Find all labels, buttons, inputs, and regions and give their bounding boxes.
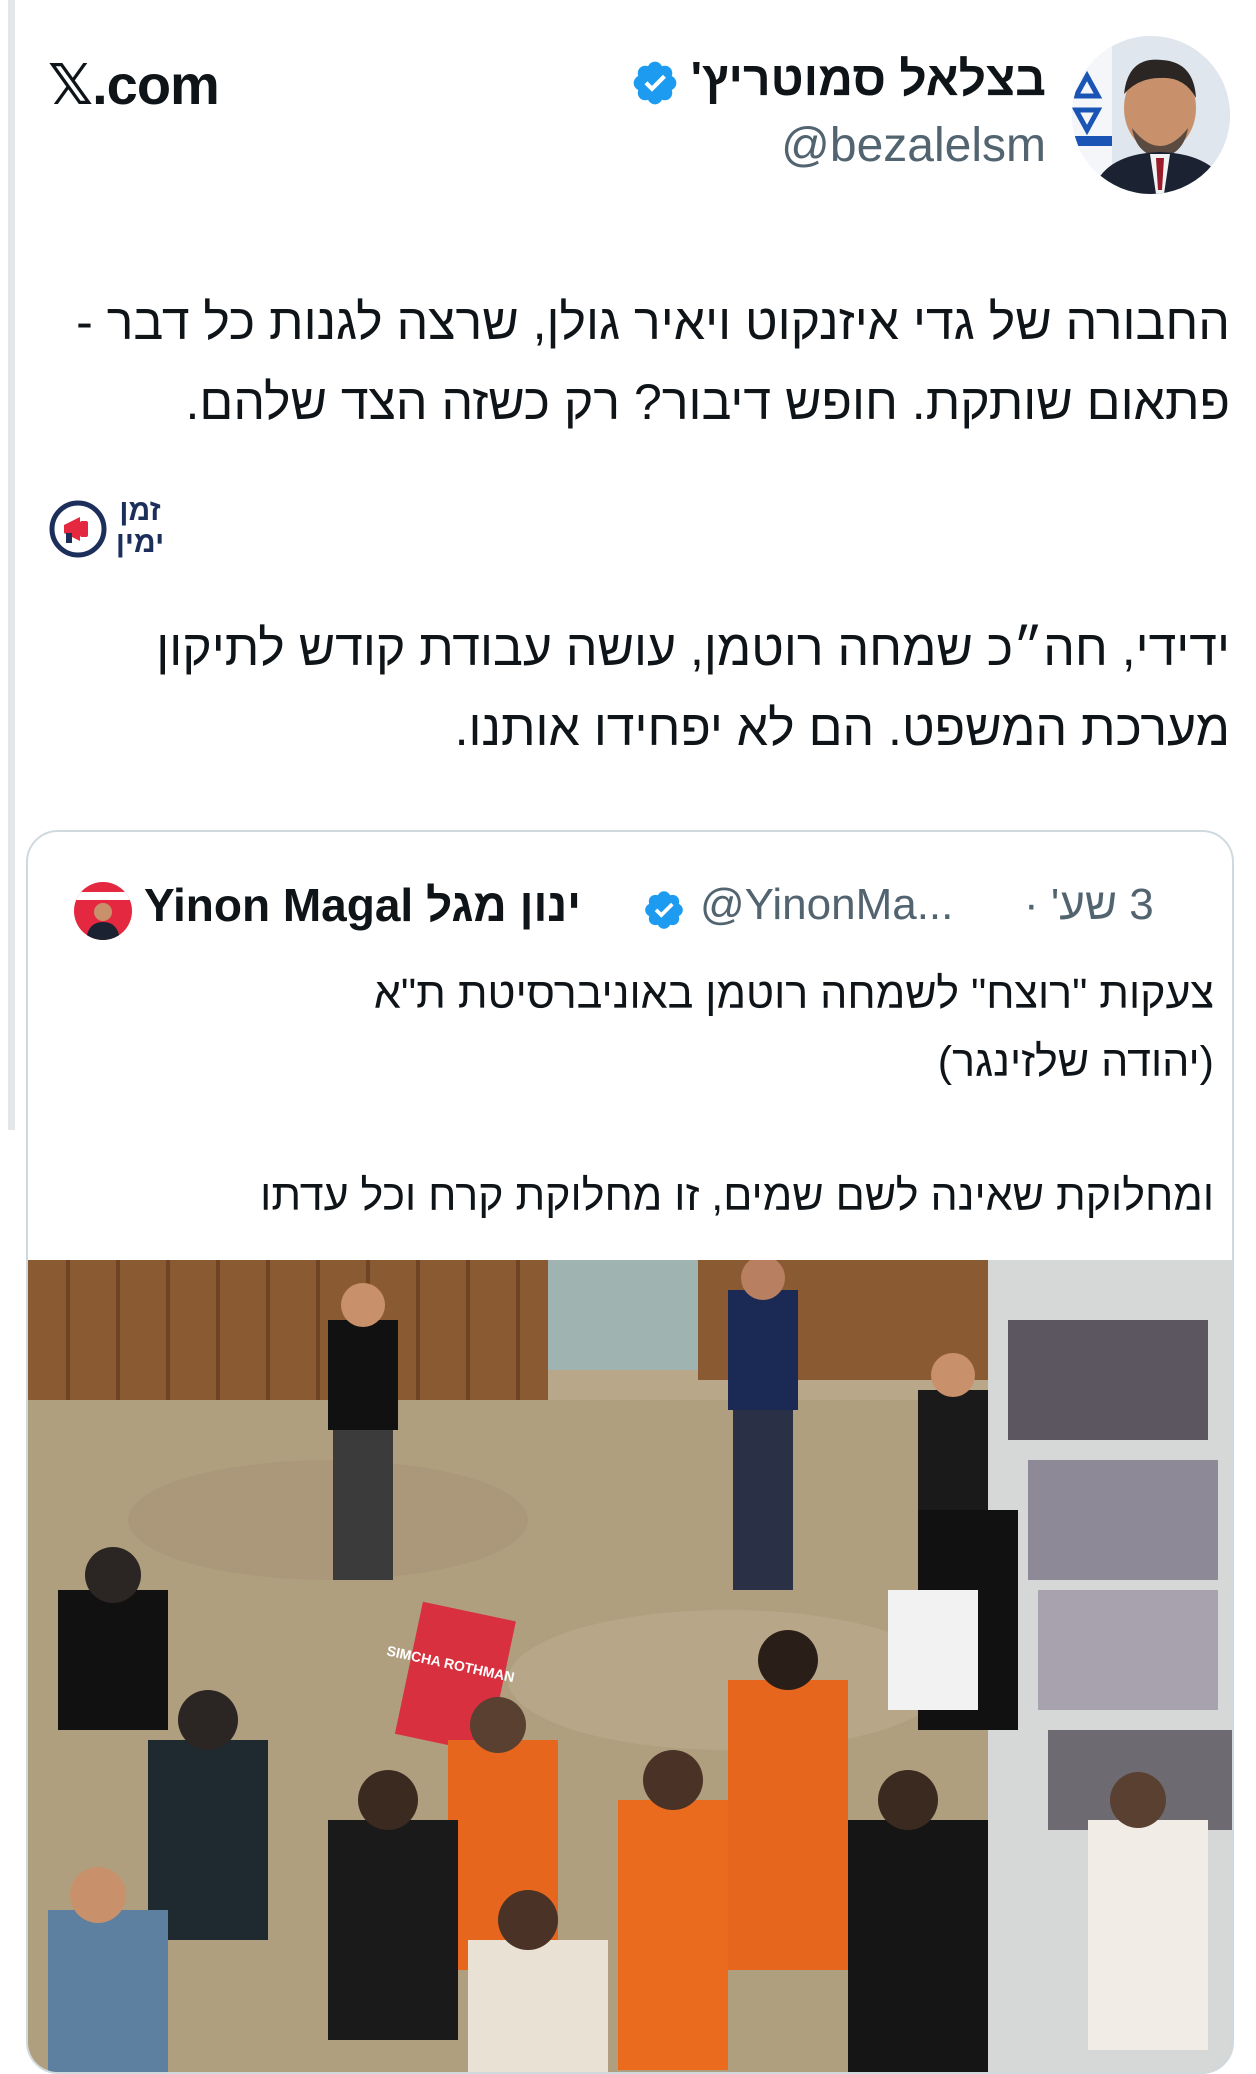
verified-badge-icon (645, 891, 683, 929)
watermark-line1: זמן (119, 494, 161, 527)
quoted-timestamp[interactable]: 3 שע' · (1024, 880, 1154, 930)
avatar-image (1072, 36, 1230, 194)
quoted-author-handle[interactable]: @YinonMa... (700, 880, 953, 930)
avatar-image (74, 882, 132, 940)
site-label: 𝕏.com (48, 53, 220, 116)
quoted-tweet[interactable]: Yinon Magal ינון מגל @YinonMa... 3 שע' ·… (26, 830, 1234, 2074)
scroll-indicator (8, 0, 15, 1130)
verified-badge-icon (633, 61, 677, 105)
quoted-media-image[interactable]: SIMCHA ROTHMAN (28, 1260, 1232, 2072)
quoted-author-name[interactable]: Yinon Magal ינון מגל (144, 878, 581, 932)
author-name[interactable]: בצלאל סמוטריץ' (691, 52, 1046, 107)
quoted-text-line-2: (יהודה שלזינגר) (937, 1038, 1214, 1086)
quoted-text-line-3: ומחלוקת שאינה לשם שמים, זו מחלוקת קרח וכ… (260, 1172, 1214, 1220)
author-avatar[interactable] (1072, 36, 1230, 194)
megaphone-clock-icon (49, 500, 107, 558)
watermark-logo: זמן ימין (48, 495, 168, 563)
quoted-text-line-1: צעקות "רוצח" לשמחה רוטמן באוניברסיטת ת"א (373, 970, 1214, 1018)
tweet-paragraph-2: ידידי, חה״כ שמחה רוטמן, עושה עבודת קודש … (156, 620, 1230, 756)
author-handle[interactable]: @bezalelsm (781, 118, 1046, 173)
tweet-paragraph-1: החבורה של גדי איזנקוט ויאיר גולן, שרצה ל… (76, 294, 1230, 430)
quoted-author-avatar[interactable] (74, 882, 132, 940)
watermark-line2: ימין (115, 526, 165, 559)
